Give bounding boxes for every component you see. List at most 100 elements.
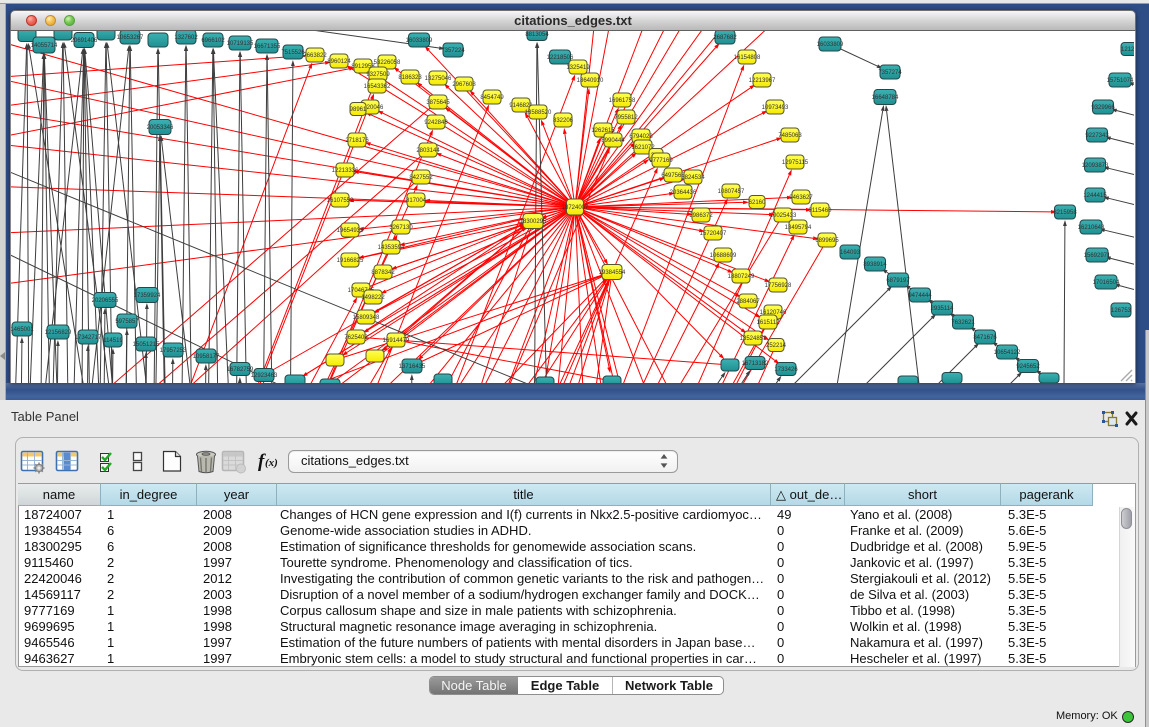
svg-text:121218: 121218: [1121, 47, 1134, 53]
svg-text:15809348: 15809348: [353, 315, 380, 321]
svg-text:9474444: 9474444: [908, 293, 932, 299]
svg-text:1498222: 1498222: [361, 295, 385, 301]
svg-text:2986372: 2986372: [689, 213, 713, 219]
svg-text:17359924: 17359924: [134, 293, 161, 299]
svg-text:3267130: 3267130: [389, 225, 413, 231]
svg-text:7485063: 7485063: [778, 133, 802, 139]
svg-text:8454749: 8454749: [480, 95, 504, 101]
svg-text:2718176: 2718176: [345, 138, 369, 144]
svg-text:8186323: 8186323: [398, 75, 422, 81]
svg-text:13716435: 13716435: [399, 364, 426, 370]
svg-text:252214: 252214: [766, 343, 787, 349]
svg-text:817004: 817004: [406, 198, 427, 204]
svg-text:9327509: 9327509: [366, 72, 390, 78]
svg-text:10807457: 10807457: [718, 189, 745, 195]
svg-text:17957253: 17957253: [160, 348, 187, 354]
svg-text:13495794: 13495794: [785, 225, 812, 231]
svg-text:19166825: 19166825: [337, 258, 364, 264]
svg-text:9777169: 9777169: [649, 158, 673, 164]
svg-text:18300295: 18300295: [520, 219, 547, 225]
svg-text:10719135: 10719135: [227, 41, 254, 47]
svg-text:13275046: 13275046: [425, 76, 452, 82]
svg-text:8878342: 8878342: [371, 270, 395, 276]
svg-text:6899695: 6899695: [815, 238, 839, 244]
svg-text:3824534: 3824534: [681, 175, 705, 181]
svg-text:2935114: 2935114: [931, 306, 955, 312]
svg-text:12975115: 12975115: [782, 160, 809, 166]
svg-text:7515526: 7515526: [281, 50, 305, 56]
svg-text:16033809: 16033809: [817, 42, 844, 48]
svg-text:164093: 164093: [840, 250, 861, 256]
svg-text:9329966: 9329966: [1091, 105, 1115, 111]
svg-text:1327602: 1327602: [174, 35, 198, 41]
svg-text:12093873: 12093873: [1082, 163, 1109, 169]
svg-text:5975857: 5975857: [115, 319, 139, 325]
svg-text:8960124: 8960124: [327, 59, 351, 65]
svg-text:2967608: 2967608: [452, 82, 476, 88]
svg-text:13524851: 13524851: [740, 336, 767, 342]
svg-text:1733426: 1733426: [774, 367, 798, 373]
svg-text:19384554: 19384554: [599, 270, 626, 276]
svg-text:18640910: 18640910: [577, 78, 604, 84]
svg-text:20053346: 20053346: [147, 125, 174, 131]
svg-text:7625402: 7625402: [344, 335, 368, 341]
svg-text:15692971: 15692971: [1084, 253, 1111, 259]
svg-text:10958177: 10958177: [193, 354, 220, 360]
svg-text:8471676: 8471676: [973, 335, 997, 341]
svg-text:17756928: 17756928: [765, 283, 792, 289]
svg-text:16914479: 16914479: [383, 338, 410, 344]
svg-text:8813054: 8813054: [525, 32, 549, 38]
svg-text:14353594: 14353594: [378, 245, 405, 251]
svg-text:12218506: 12218506: [547, 55, 574, 61]
svg-text:16671355: 16671355: [254, 44, 281, 50]
svg-text:98961: 98961: [350, 107, 367, 113]
svg-text:13588520: 13588520: [525, 110, 552, 116]
svg-text:10653267: 10653267: [117, 35, 144, 41]
svg-text:12213967: 12213967: [749, 78, 776, 84]
svg-text:15751074: 15751074: [1107, 78, 1134, 84]
svg-text:16713182: 16713182: [742, 361, 769, 367]
svg-text:(x): (x): [265, 457, 278, 469]
svg-text:19654933: 19654933: [337, 228, 364, 234]
svg-text:10025433: 10025433: [770, 213, 797, 219]
svg-text:20364436: 20364436: [670, 190, 697, 196]
svg-text:1465001: 1465001: [11, 327, 34, 333]
svg-text:2884067: 2884067: [736, 299, 760, 305]
svg-text:16210643: 16210643: [1078, 225, 1105, 231]
svg-text:9227343: 9227343: [1085, 133, 1109, 139]
svg-text:17016504: 17016504: [1093, 280, 1120, 286]
svg-text:6794023: 6794023: [629, 134, 653, 140]
svg-text:20206555: 20206555: [92, 298, 119, 304]
svg-text:12156829: 12156829: [45, 330, 72, 336]
svg-text:9245652: 9245652: [1016, 364, 1040, 370]
svg-text:16648784: 16648784: [872, 95, 899, 101]
svg-text:62160: 62160: [749, 200, 766, 206]
svg-text:18807249: 18807249: [728, 274, 755, 280]
svg-text:7357274: 7357274: [878, 70, 902, 76]
svg-text:17342717: 17342717: [75, 335, 102, 341]
svg-text:832206: 832206: [553, 118, 574, 124]
svg-text:1325419: 1325419: [566, 65, 590, 71]
svg-text:2803144: 2803144: [416, 148, 440, 154]
svg-text:1244415: 1244415: [1083, 193, 1107, 199]
svg-text:10654122: 10654122: [994, 350, 1021, 356]
svg-text:6879197: 6879197: [886, 278, 910, 284]
svg-text:12213336: 12213336: [332, 168, 359, 174]
svg-text:7663822: 7663822: [303, 53, 327, 59]
svg-text:8938914: 8938914: [863, 262, 887, 268]
svg-text:126753: 126753: [1111, 308, 1132, 314]
svg-text:16154808: 16154808: [734, 55, 761, 61]
svg-text:8990444: 8990444: [601, 138, 625, 144]
svg-text:7357224: 7357224: [441, 48, 465, 54]
svg-text:9463627: 9463627: [789, 195, 813, 201]
svg-text:1615112: 1615112: [757, 320, 781, 326]
svg-text:53226058: 53226058: [374, 60, 401, 66]
svg-text:16107552: 16107552: [327, 198, 354, 204]
svg-text:16961758: 16961758: [609, 98, 636, 104]
svg-text:15051215: 15051215: [133, 342, 160, 348]
svg-text:8427552: 8427552: [409, 175, 433, 181]
svg-text:9242848: 9242848: [424, 120, 448, 126]
svg-text:9115460: 9115460: [809, 208, 833, 214]
svg-text:2687682: 2687682: [713, 35, 737, 41]
svg-text:18724007: 18724007: [562, 205, 589, 211]
